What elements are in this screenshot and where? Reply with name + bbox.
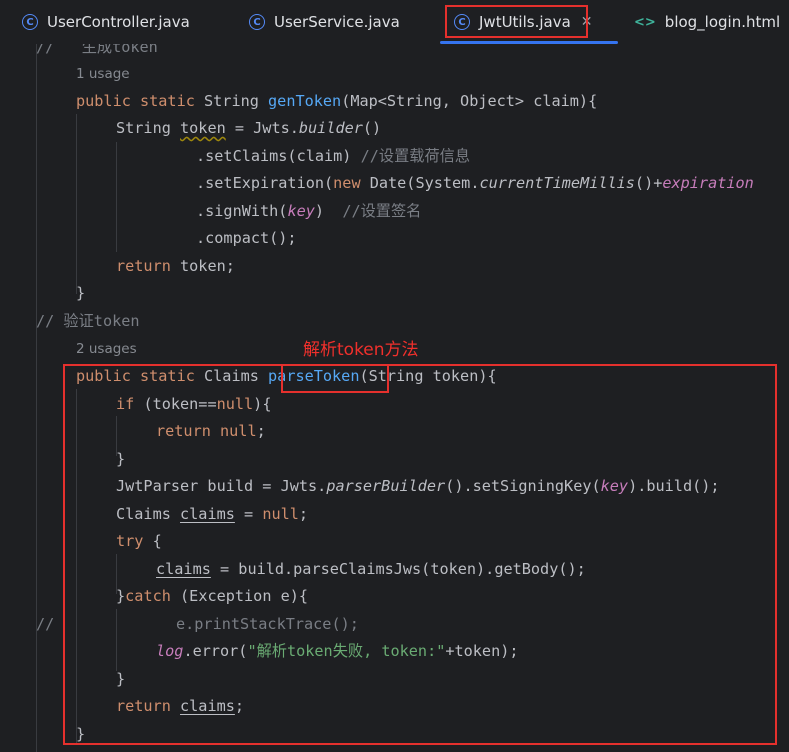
tab-userservice[interactable]: C UserService.java: [249, 0, 400, 44]
tab-label: JwtUtils.java: [479, 13, 571, 31]
code-line: }: [76, 284, 86, 302]
code-line: .setExpiration(new Date(System.currentTi…: [196, 174, 754, 192]
code-line: }: [116, 450, 126, 468]
code-line: log.error("解析token失败, token:"+token);: [156, 642, 519, 660]
indent-guide: [116, 609, 117, 671]
usages-hint[interactable]: 1 usage: [76, 61, 130, 88]
code-line: public static Claims parseToken(String t…: [76, 367, 497, 385]
tab-jwtutils[interactable]: C JwtUtils.java ✕: [454, 0, 593, 44]
annotation-label: 解析token方法: [303, 340, 419, 360]
html-icon: <>: [634, 14, 656, 30]
code-line-comment: // 生成token: [36, 44, 158, 56]
class-icon: C: [249, 14, 265, 30]
code-line: claims = build.parseClaimsJws(token).get…: [156, 560, 586, 578]
tab-blog-login[interactable]: <> blog_login.html: [634, 0, 780, 44]
code-line: Claims claims = null;: [116, 505, 309, 523]
code-line: return null;: [156, 422, 266, 440]
code-line: .compact();: [196, 229, 297, 247]
class-icon: C: [454, 14, 470, 30]
code-line: .signWith(key) //设置签名: [196, 202, 422, 220]
code-line: }catch (Exception e){: [116, 587, 309, 605]
tab-usercontroller[interactable]: C UserController.java: [22, 0, 190, 44]
code-line: return token;: [116, 257, 235, 275]
tab-label: blog_login.html: [664, 13, 781, 31]
usages-hint[interactable]: 2 usages: [76, 336, 137, 363]
code-line: .setClaims(claim) //设置载荷信息: [196, 147, 471, 165]
editor-tab-bar: C UserController.java C UserService.java…: [0, 0, 789, 44]
tab-label: UserService.java: [274, 13, 400, 31]
class-icon: C: [22, 14, 38, 30]
code-line: try {: [116, 532, 162, 550]
close-tab-icon[interactable]: ✕: [581, 14, 593, 30]
tab-label: UserController.java: [47, 13, 190, 31]
code-line: JwtParser build = Jwts.parserBuilder().s…: [116, 477, 720, 495]
indent-guide: [76, 114, 77, 294]
code-line-comment: //e.printStackTrace();: [36, 615, 359, 633]
code-line-comment: // 验证token: [36, 312, 140, 330]
code-line: String token = Jwts.builder(): [116, 119, 382, 137]
code-line: public static String genToken(Map<String…: [76, 92, 598, 110]
code-editor[interactable]: // 生成token 1 usage public static String …: [0, 44, 789, 752]
indent-guide: [116, 142, 117, 252]
code-line: }: [76, 725, 86, 743]
code-line: }: [116, 670, 126, 688]
code-line: if (token==null){: [116, 395, 272, 413]
indent-guide: [36, 44, 37, 752]
code-line: return claims;: [116, 697, 245, 715]
indent-guide: [76, 389, 77, 744]
